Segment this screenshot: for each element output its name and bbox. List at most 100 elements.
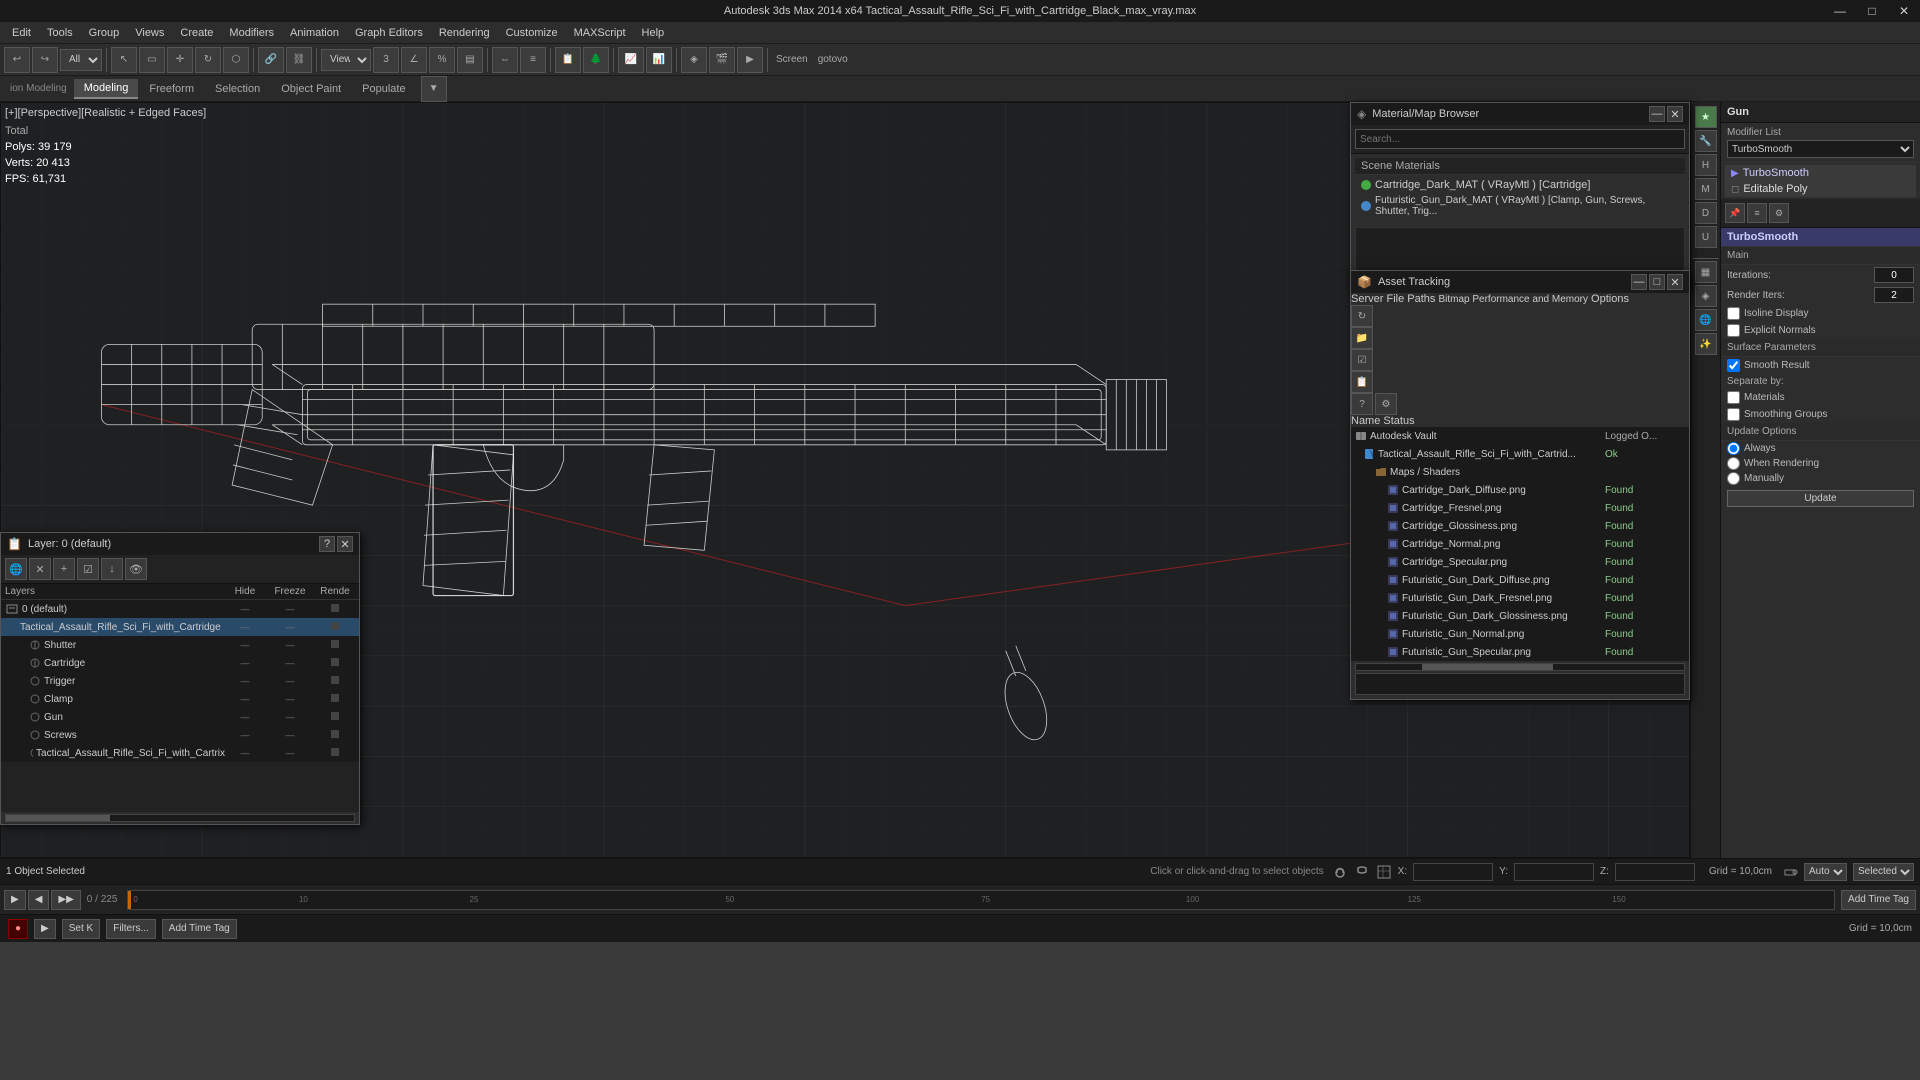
modify-panel-icon[interactable]: 🔧	[1695, 130, 1717, 152]
menu-views[interactable]: Views	[127, 25, 172, 41]
tab-selection[interactable]: Selection	[205, 80, 270, 98]
at-row-img-1[interactable]: Cartridge_Dark_Diffuse.png Found	[1351, 481, 1689, 499]
scale-button[interactable]: ⬡	[223, 47, 249, 73]
render-small-icon[interactable]: ▦	[1695, 261, 1717, 283]
lp-select-objects-btn[interactable]: ☑	[77, 558, 99, 580]
rotate-button[interactable]: ↻	[195, 47, 221, 73]
lp-show-hide-btn[interactable]: 👁	[125, 558, 147, 580]
link-button[interactable]: 🔗	[258, 47, 284, 73]
at-row-img-8[interactable]: Futuristic_Gun_Dark_Glossiness.png Found	[1351, 607, 1689, 625]
filters-btn[interactable]: Filters...	[106, 919, 156, 939]
schematic-view-button[interactable]: 📊	[646, 47, 672, 73]
show-all-icon[interactable]: ≡	[1747, 203, 1767, 223]
at-row-vault[interactable]: Autodesk Vault Logged O...	[1351, 427, 1689, 445]
snap-toggle[interactable]: 3	[373, 47, 399, 73]
tab-modeling[interactable]: Modeling	[74, 79, 139, 99]
align-button[interactable]: ≡	[520, 47, 546, 73]
select-button[interactable]: ↖	[111, 47, 137, 73]
at-menu-bitmap[interactable]: Bitmap Performance and Memory	[1438, 294, 1588, 305]
subtab-options[interactable]: ▼	[421, 76, 447, 102]
at-help-btn[interactable]: ?	[1351, 393, 1373, 415]
asset-tracking-titlebar[interactable]: 📦 Asset Tracking — □ ✕	[1351, 271, 1689, 293]
timeline-play-btn[interactable]: ▶	[4, 890, 26, 910]
timeline-next-btn[interactable]: ▶▶	[51, 890, 80, 910]
render-setup-button[interactable]: 🎬	[709, 47, 735, 73]
environment-icon[interactable]: 🌐	[1695, 309, 1717, 331]
angle-snap[interactable]: ∠	[401, 47, 427, 73]
lp-row-cartridge[interactable]: Cartridge — —	[1, 654, 359, 672]
at-row-maps-folder[interactable]: Maps / Shaders	[1351, 463, 1689, 481]
at-row-img-2[interactable]: Cartridge_Fresnel.png Found	[1351, 499, 1689, 517]
mat-item-gun[interactable]: Futuristic_Gun_Dark_MAT ( VRayMtl ) [Cla…	[1355, 193, 1685, 219]
material-small-icon[interactable]: ◈	[1695, 285, 1717, 307]
menu-graph-editors[interactable]: Graph Editors	[347, 25, 431, 41]
configure-icon[interactable]: ⚙	[1769, 203, 1789, 223]
lp-row-0[interactable]: 0 (default) — —	[1, 600, 359, 618]
at-row-img-9[interactable]: Futuristic_Gun_Normal.png Found	[1351, 625, 1689, 643]
at-select-btn[interactable]: ☑	[1351, 349, 1373, 371]
always-radio[interactable]	[1727, 442, 1740, 455]
menu-create[interactable]: Create	[172, 25, 221, 41]
at-menu-paths[interactable]: Paths	[1407, 293, 1435, 305]
at-refresh-btn[interactable]: ↻	[1351, 305, 1373, 327]
at-row-img-10[interactable]: Futuristic_Gun_Specular.png Found	[1351, 643, 1689, 661]
render-button[interactable]: ▶	[737, 47, 763, 73]
smoothing-groups-checkbox[interactable]	[1727, 408, 1740, 421]
timeline-track[interactable]: 0 10 25 50 75 100 125 150	[127, 890, 1835, 910]
z-input[interactable]	[1615, 863, 1695, 881]
selected-dropdown[interactable]: Selected	[1853, 863, 1914, 881]
explicit-normals-checkbox[interactable]	[1727, 324, 1740, 337]
lp-add-to-layer-btn[interactable]: ↓	[101, 558, 123, 580]
lp-scene-layer-btn[interactable]: 🌐	[5, 558, 27, 580]
isoline-display-checkbox[interactable]	[1727, 307, 1740, 320]
update-button[interactable]: Update	[1727, 490, 1914, 507]
maximize-button[interactable]: □	[1856, 0, 1888, 22]
tab-object-paint[interactable]: Object Paint	[271, 80, 351, 98]
modifier-editable-poly[interactable]: ◻ Editable Poly	[1725, 181, 1916, 197]
layer-manager-help[interactable]: ?	[319, 536, 335, 552]
animate-btn[interactable]: ●	[8, 919, 28, 939]
at-menu-server[interactable]: Server	[1351, 293, 1383, 305]
lp-row-clamp[interactable]: Clamp — —	[1, 690, 359, 708]
y-input[interactable]	[1514, 863, 1594, 881]
addtimetag-btn[interactable]: Add Time Tag	[162, 919, 237, 939]
mat-browser-titlebar[interactable]: ◈ Material/Map Browser — ✕	[1351, 103, 1689, 125]
x-input[interactable]	[1413, 863, 1493, 881]
at-view-btn[interactable]: 📋	[1351, 371, 1373, 393]
curve-editor-button[interactable]: 📈	[618, 47, 644, 73]
close-button[interactable]: ✕	[1888, 0, 1920, 22]
display-panel-icon[interactable]: D	[1695, 202, 1717, 224]
pin-stack-icon[interactable]: 📌	[1725, 203, 1745, 223]
lp-row-screws[interactable]: Screws — —	[1, 726, 359, 744]
playback-btn[interactable]: ▶	[34, 919, 56, 939]
selection-filter-dropdown[interactable]: All	[60, 49, 102, 71]
lp-scrollbar-h[interactable]	[5, 814, 355, 822]
percent-snap[interactable]: %	[429, 47, 455, 73]
lp-remove-btn[interactable]: ✕	[29, 558, 51, 580]
modifier-turbosmooth[interactable]: ▶ TurboSmooth	[1725, 165, 1916, 181]
at-row-img-5[interactable]: Cartridge_Specular.png Found	[1351, 553, 1689, 571]
lp-row-main[interactable]: Tactical_Assault_Rifle_Sci_Fi_with_Cartr…	[1, 618, 359, 636]
lp-row-trigger[interactable]: Trigger — —	[1, 672, 359, 690]
at-menu-options[interactable]: Options	[1591, 293, 1629, 305]
at-paths-btn[interactable]: 📁	[1351, 327, 1373, 349]
motion-panel-icon[interactable]: M	[1695, 178, 1717, 200]
materials-checkbox[interactable]	[1727, 391, 1740, 404]
menu-animation[interactable]: Animation	[282, 25, 347, 41]
redo-button[interactable]: ↪	[32, 47, 58, 73]
smooth-result-checkbox[interactable]	[1727, 359, 1740, 372]
scene-explorer-button[interactable]: 🌲	[583, 47, 609, 73]
at-row-img-4[interactable]: Cartridge_Normal.png Found	[1351, 535, 1689, 553]
move-button[interactable]: ✛	[167, 47, 193, 73]
mirror-button[interactable]: ⇔	[492, 47, 518, 73]
add-time-tag-btn[interactable]: Add Time Tag	[1841, 890, 1916, 910]
create-panel-icon[interactable]: ★	[1695, 106, 1717, 128]
at-menu-file[interactable]: File	[1386, 293, 1404, 305]
at-row-img-6[interactable]: Futuristic_Gun_Dark_Diffuse.png Found	[1351, 571, 1689, 589]
at-row-img-3[interactable]: Cartridge_Glossiness.png Found	[1351, 517, 1689, 535]
layer-manager-titlebar[interactable]: 📋 Layer: 0 (default) ? ✕	[1, 533, 359, 555]
lp-row-gun[interactable]: Gun — —	[1, 708, 359, 726]
tab-freeform[interactable]: Freeform	[139, 80, 204, 98]
menu-rendering[interactable]: Rendering	[431, 25, 498, 41]
tab-populate[interactable]: Populate	[352, 80, 415, 98]
